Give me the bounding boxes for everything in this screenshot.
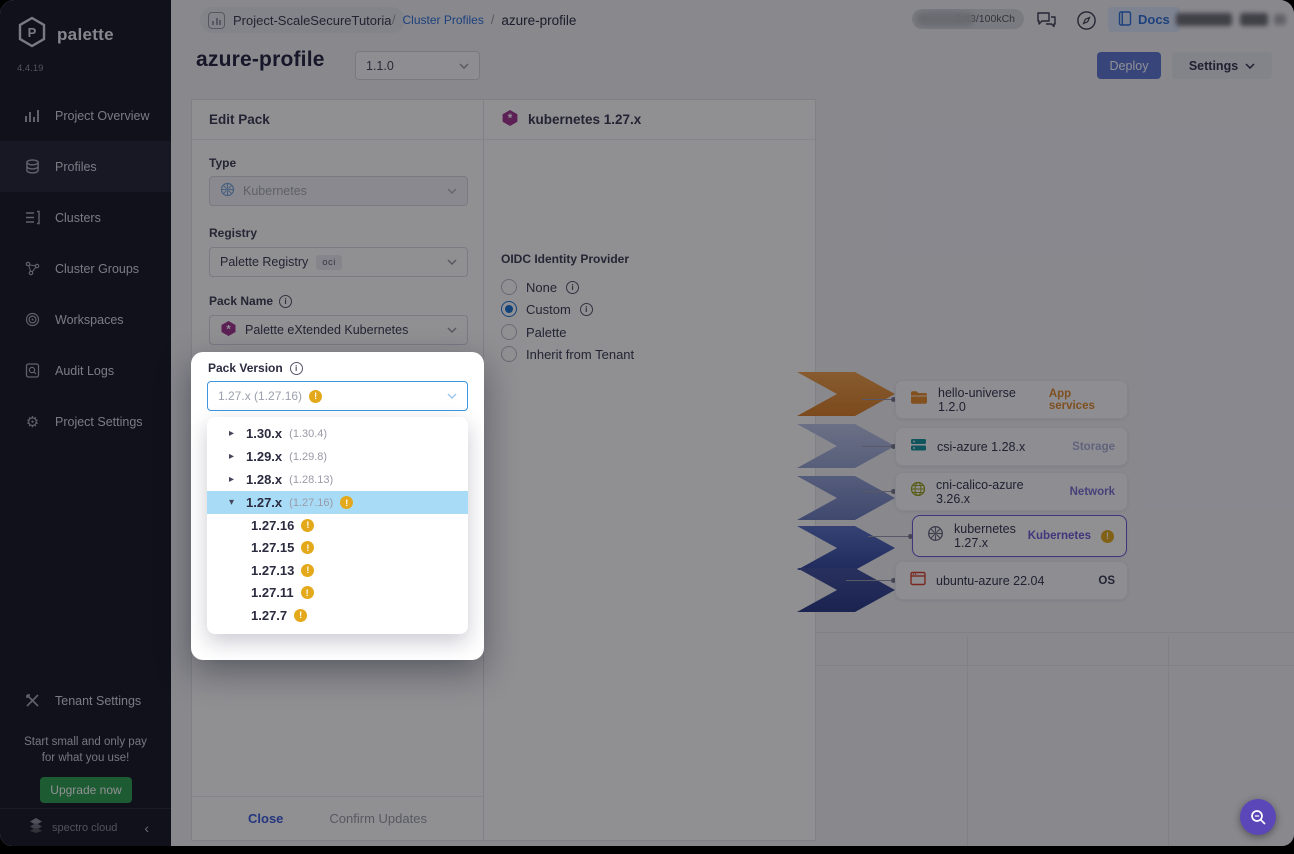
caret-right-icon: ▸	[229, 428, 235, 439]
version-group-1-27-selected[interactable]: ▾ 1.27.x (1.27.16) !	[207, 491, 468, 514]
version-label: 1.27.7	[251, 607, 288, 623]
magnifier-icon	[1250, 809, 1266, 825]
caret-right-icon: ▸	[229, 474, 235, 485]
version-sub: (1.27.16)	[289, 496, 334, 509]
pack-version-modal: Pack Version i 1.27.x (1.27.16) ! ▸ 1.30…	[191, 352, 484, 660]
warning-icon: !	[309, 389, 323, 403]
version-group-1-28[interactable]: ▸ 1.28.x (1.28.13)	[207, 468, 468, 491]
pack-version-dropdown: ▸ 1.30.x (1.30.4) ▸ 1.29.x (1.29.8) ▸ 1.…	[207, 417, 468, 634]
version-option-1-27-13[interactable]: 1.27.13 !	[207, 559, 468, 582]
warning-icon: !	[301, 541, 315, 555]
version-group-1-30[interactable]: ▸ 1.30.x (1.30.4)	[207, 422, 468, 445]
app-window: P palette 4.4.19 Project Overview Profil…	[0, 0, 1294, 854]
warning-icon: !	[301, 563, 315, 577]
pack-version-value: 1.27.x (1.27.16)	[218, 389, 303, 403]
zoom-search-fab[interactable]	[1240, 799, 1276, 835]
pack-version-label: Pack Version i	[208, 361, 303, 375]
caret-down-icon: ▾	[229, 497, 235, 508]
palette-app: P palette 4.4.19 Project Overview Profil…	[0, 0, 1294, 846]
caret-right-icon: ▸	[229, 451, 235, 462]
warning-icon: !	[294, 608, 308, 622]
version-label: 1.27.x	[246, 495, 283, 510]
info-icon[interactable]: i	[289, 361, 303, 375]
version-sub: (1.28.13)	[289, 473, 334, 486]
version-option-1-27-7[interactable]: 1.27.7 !	[207, 604, 468, 627]
version-option-1-27-11[interactable]: 1.27.11 !	[207, 582, 468, 605]
version-option-1-27-15[interactable]: 1.27.15 !	[207, 537, 468, 560]
version-label: 1.27.11	[251, 585, 294, 601]
version-group-1-29[interactable]: ▸ 1.29.x (1.29.8)	[207, 445, 468, 468]
chevron-down-icon	[447, 393, 457, 399]
version-option-1-27-16[interactable]: 1.27.16 !	[207, 514, 468, 537]
version-sub: (1.30.4)	[289, 427, 328, 440]
version-label: 1.30.x	[246, 426, 283, 441]
warning-icon: !	[300, 586, 314, 600]
pack-version-select[interactable]: 1.27.x (1.27.16) !	[207, 381, 468, 411]
pack-version-label-text: Pack Version	[208, 361, 283, 375]
version-label: 1.27.15	[251, 540, 295, 556]
version-label: 1.27.16	[251, 517, 295, 533]
version-label: 1.29.x	[246, 449, 283, 464]
warning-icon: !	[301, 518, 315, 532]
version-sub: (1.29.8)	[289, 450, 328, 463]
version-label: 1.28.x	[246, 472, 283, 487]
warning-icon: !	[340, 496, 354, 509]
version-label: 1.27.13	[251, 562, 295, 578]
